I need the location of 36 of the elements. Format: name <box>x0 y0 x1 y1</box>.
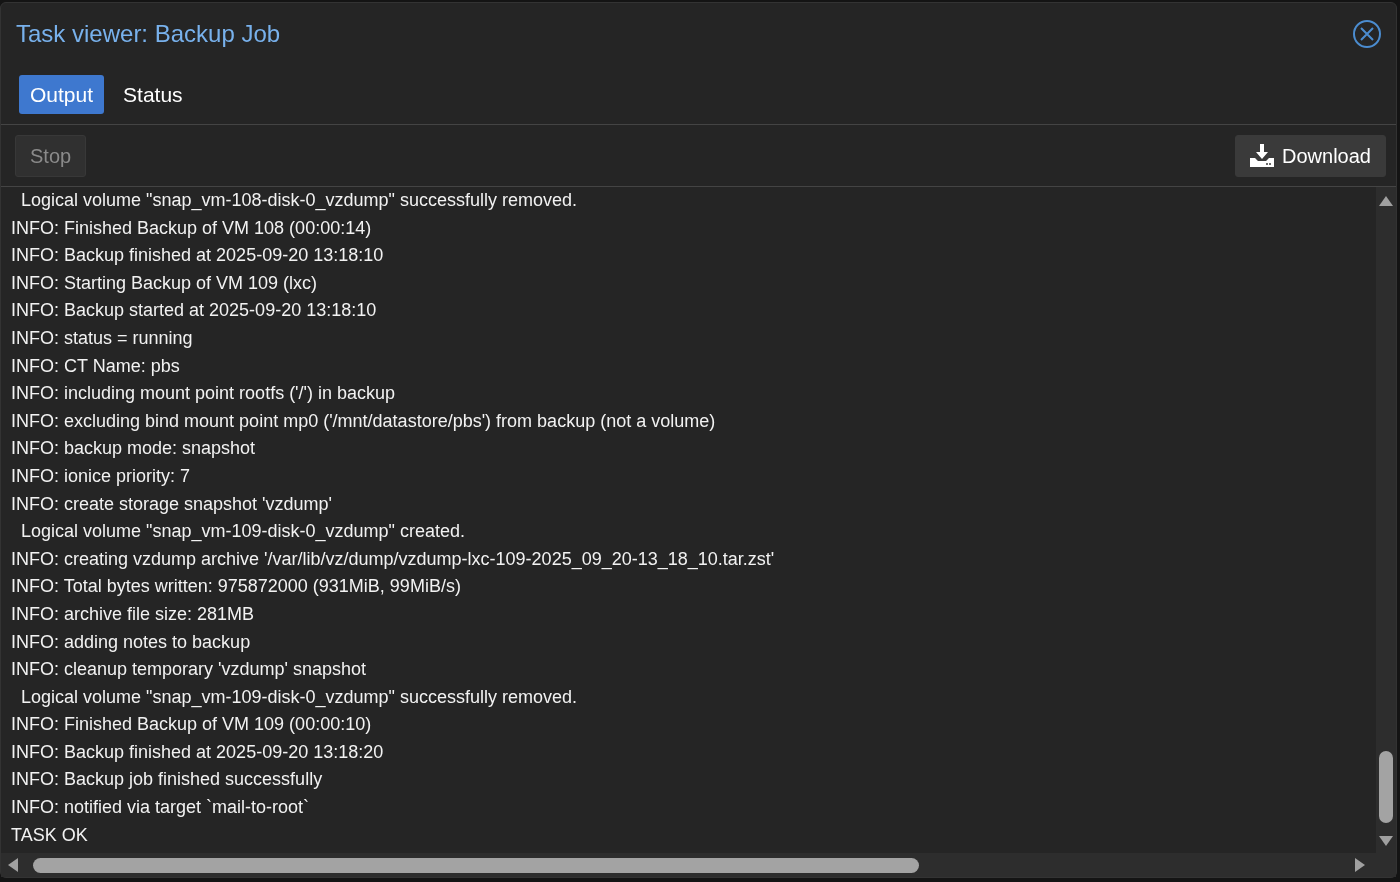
window-title: Task viewer: Backup Job <box>16 19 281 49</box>
tab[interactable]: Status <box>112 74 194 115</box>
log-line: INFO: adding notes to backup <box>11 630 252 654</box>
log-line: INFO: Total bytes written: 975872000 (931MiB, 99MiB/s) <box>11 575 462 599</box>
scroll-up-icon[interactable] <box>1379 195 1393 207</box>
log-line: INFO: notified via target `mail-to-root` <box>11 796 311 820</box>
horizontal-scrollbar-thumb[interactable] <box>33 858 919 873</box>
close-icon[interactable] <box>1352 19 1382 49</box>
log-line: INFO: Backup finished at 2025-09-20 13:18:10 <box>11 244 385 268</box>
log-line: INFO: creating vzdump archive '/var/lib/vz/dump/vzdump-lxc-109-2025_09_20-13_18_10.tar.zst' <box>11 547 776 572</box>
log-line: INFO: CT Name: pbs <box>11 354 181 378</box>
scroll-down-icon[interactable] <box>1379 835 1393 847</box>
log-line: INFO: cleanup temporary 'vzdump' snapshot <box>11 658 368 682</box>
log-line: INFO: Finished Backup of VM 108 (00:00:14) <box>11 216 373 240</box>
log-line: Logical volume "snap_vm-108-disk-0_vzdump" successfully removed. <box>20 189 579 213</box>
log-line: INFO: create storage snapshot 'vzdump' <box>11 492 334 516</box>
log-line: INFO: excluding bind mount point mp0 ('/mnt/datastore/pbs') from backup (not a volume) <box>11 409 717 433</box>
vertical-scrollbar-thumb[interactable] <box>1379 751 1393 823</box>
download-button[interactable]: Download <box>1235 134 1386 177</box>
tab[interactable]: Output <box>19 74 105 115</box>
scroll-right-icon[interactable] <box>1354 858 1366 872</box>
log-line: TASK OK <box>11 823 89 847</box>
log-line: INFO: Finished Backup of VM 109 (00:00:10) <box>11 713 373 737</box>
log-line: INFO: including mount point rootfs ('/') in backup <box>11 382 397 406</box>
log-line: INFO: Backup finished at 2025-09-20 13:18:20 <box>11 740 385 764</box>
log-line: INFO: status = running <box>11 326 194 350</box>
log-line: Logical volume "snap_vm-109-disk-0_vzdump" successfully removed. <box>20 685 579 710</box>
log-line: INFO: archive file size: 281MB <box>11 602 256 626</box>
download-icon <box>1250 143 1275 168</box>
log-line: INFO: Backup started at 2025-09-20 13:18:10 <box>11 299 378 323</box>
scroll-left-icon[interactable] <box>7 858 19 872</box>
log-line: INFO: Backup job finished successfully <box>11 768 324 792</box>
log-line: INFO: ionice priority: 7 <box>11 464 192 488</box>
log-line: Logical volume "snap_vm-109-disk-0_vzdump" created. <box>20 520 466 544</box>
log-line: INFO: backup mode: snapshot <box>11 437 257 461</box>
log-line: INFO: Starting Backup of VM 109 (lxc) <box>11 271 319 295</box>
